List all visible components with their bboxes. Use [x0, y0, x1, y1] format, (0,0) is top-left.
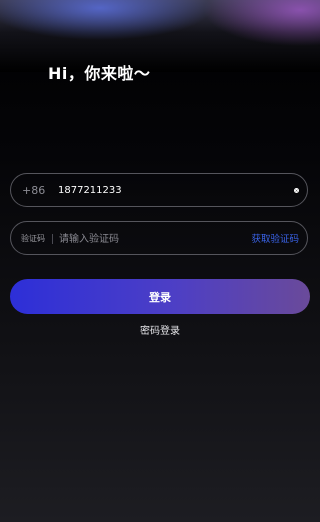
field-divider [52, 234, 53, 244]
verification-code-field[interactable]: 验证码 获取验证码 [10, 221, 308, 255]
login-button[interactable]: 登录 [10, 279, 310, 314]
country-code-prefix[interactable]: +86 [22, 184, 45, 197]
verification-code-input[interactable] [59, 230, 209, 248]
code-field-label: 验证码 [21, 233, 45, 243]
phone-field[interactable]: +86 1877211233 × [10, 173, 308, 207]
password-login-link[interactable]: 密码登录 [0, 322, 320, 337]
get-code-button[interactable]: 获取验证码 [251, 231, 299, 245]
greeting-title: Hi，你来啦～ [48, 64, 151, 83]
clear-icon[interactable]: × [294, 188, 299, 193]
phone-number-input[interactable]: 1877211233 [58, 185, 122, 196]
